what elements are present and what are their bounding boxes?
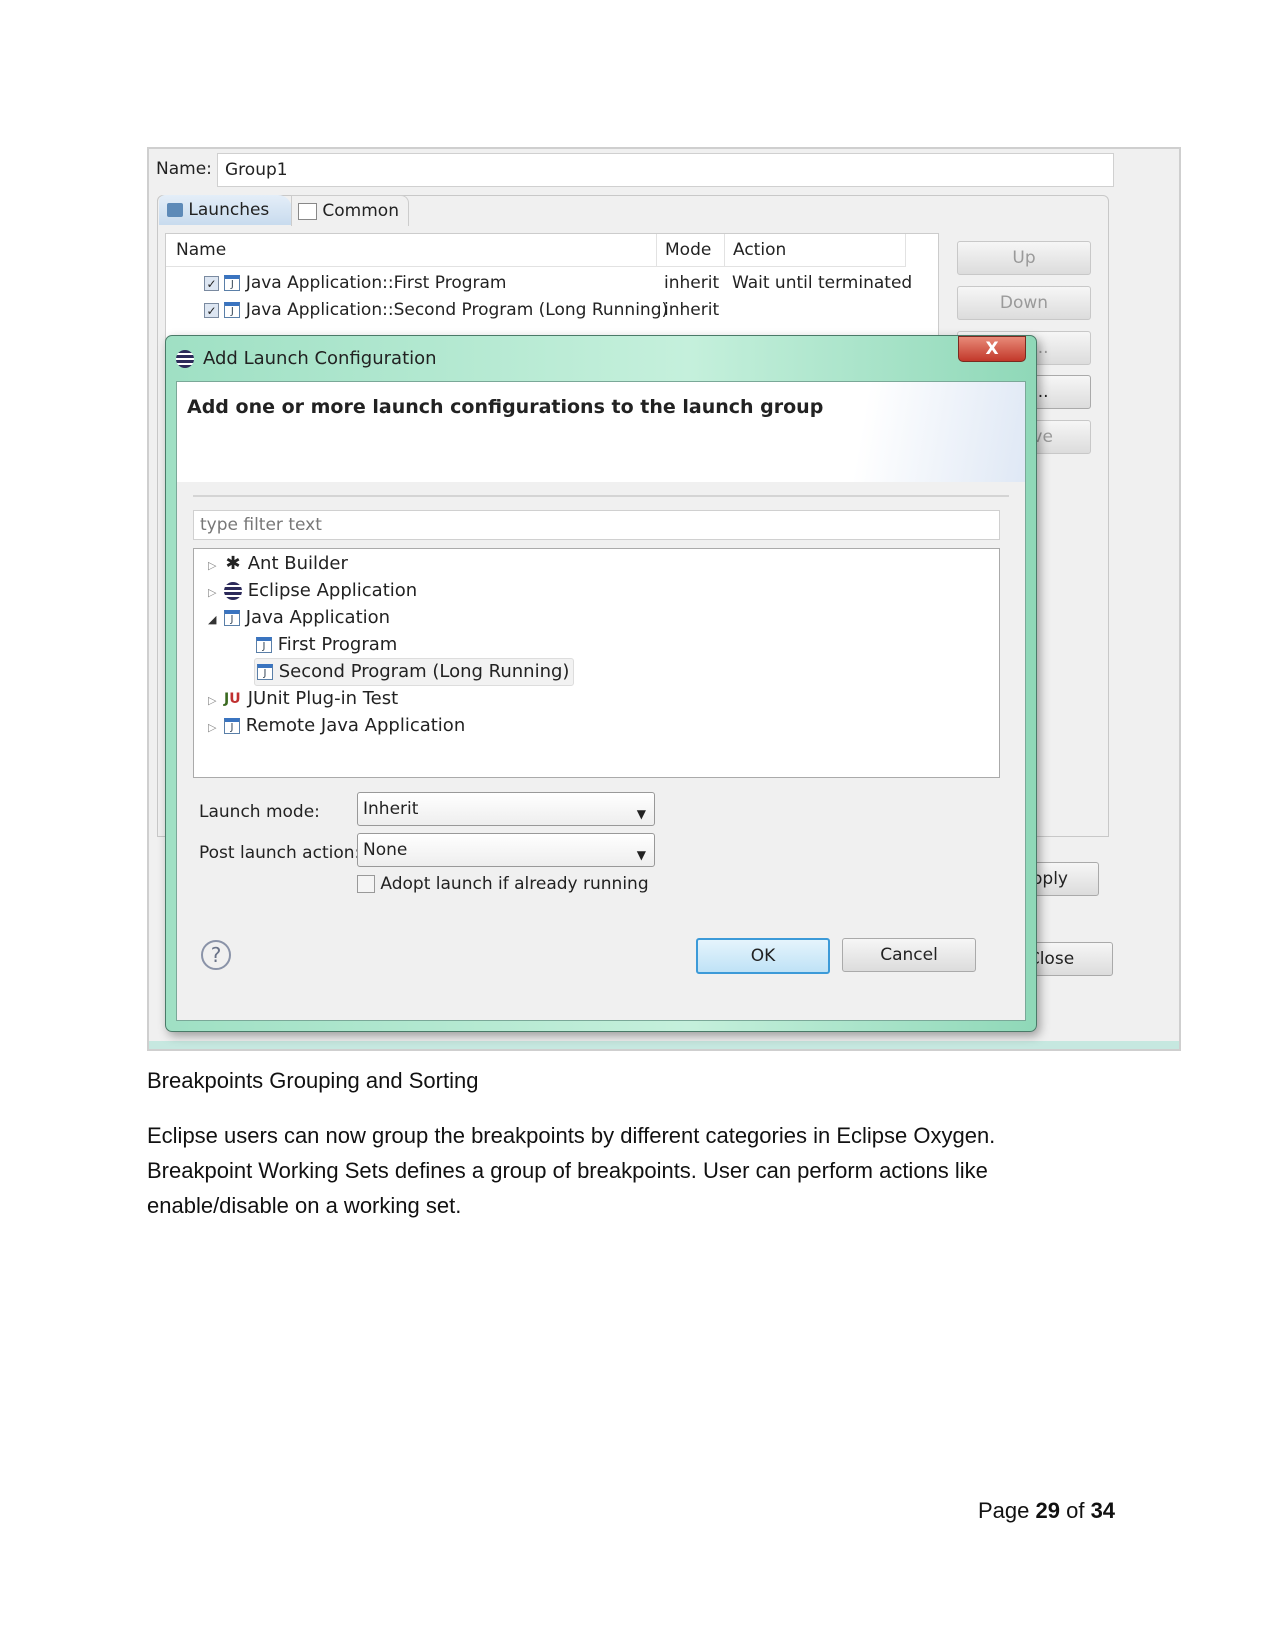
header-separator (193, 495, 1009, 497)
dialog-body: Add one or more launch configurations to… (176, 381, 1026, 1021)
tree-item-ant-builder[interactable]: ▷ ✱ Ant Builder (208, 551, 348, 577)
filter-input[interactable]: type filter text (193, 510, 1000, 540)
document-page: Name: Group1 Launches Common Name Mode A… (0, 0, 1275, 1650)
dialog-heading: Add one or more launch configurations to… (187, 396, 824, 418)
common-tab-icon (298, 202, 317, 220)
row-checkbox[interactable]: ✓ (204, 275, 219, 291)
name-label: Name: (156, 159, 212, 179)
junit-icon: JU (224, 691, 241, 707)
ok-button[interactable]: OK (696, 938, 830, 974)
paragraph-line: enable/disable on a working set. (147, 1193, 462, 1218)
remote-java-icon: J (224, 718, 240, 734)
column-action[interactable]: Action (724, 234, 906, 266)
row-checkbox[interactable]: ✓ (204, 302, 219, 318)
tree-item-eclipse-application[interactable]: ▷ Eclipse Application (208, 578, 417, 604)
checkbox-unchecked-icon[interactable] (357, 875, 375, 893)
java-app-icon: J (257, 664, 273, 680)
paragraph-line: Eclipse users can now group the breakpoi… (147, 1123, 996, 1148)
tab-common-label: Common (322, 201, 399, 221)
tree-item-label: Java Application (245, 607, 391, 628)
tree-item-label: First Program (277, 634, 398, 655)
row-name: Java Application::First Program (245, 273, 507, 293)
section-heading: Breakpoints Grouping and Sorting (147, 1068, 479, 1093)
post-launch-action-select[interactable]: None ▼ (357, 833, 655, 867)
row-mode: inherit (664, 300, 720, 320)
body-paragraph: Eclipse users can now group the breakpoi… (147, 1118, 995, 1223)
expand-arrow-icon[interactable]: ▷ (208, 715, 224, 741)
ant-icon: ✱ (225, 553, 241, 574)
expand-arrow-icon[interactable]: ▷ (208, 688, 224, 714)
tree-item-label: Second Program (Long Running) (278, 661, 570, 682)
tab-launches[interactable]: Launches (159, 195, 292, 225)
java-app-icon: J (224, 275, 241, 291)
column-name[interactable]: Name (176, 234, 226, 266)
total-pages: 34 (1090, 1498, 1116, 1523)
cancel-button[interactable]: Cancel (842, 938, 976, 972)
dialog-title: Add Launch Configuration (203, 348, 437, 369)
add-launch-configuration-dialog: Add Launch Configuration X Add one or mo… (165, 335, 1037, 1032)
name-field[interactable]: Group1 (217, 153, 1114, 187)
column-mode[interactable]: Mode (656, 234, 711, 266)
up-button[interactable]: Up (957, 241, 1091, 275)
configuration-tree: ▷ ✱ Ant Builder ▷ Eclipse Application ◢ J … (193, 548, 1000, 778)
footer-prefix: Page (978, 1498, 1036, 1523)
launch-icon (167, 203, 183, 217)
tree-item-label: Ant Builder (247, 553, 348, 574)
tree-item-junit-plugin-test[interactable]: ▷ JU JUnit Plug-in Test (208, 686, 398, 712)
row-name: Java Application::Second Program (Long R… (245, 300, 669, 320)
page-number-footer: Page 29 of 34 (978, 1493, 1115, 1528)
dropdown-arrow-icon: ▼ (636, 807, 646, 821)
help-icon[interactable]: ? (201, 940, 231, 970)
expand-arrow-icon[interactable]: ▷ (208, 580, 224, 606)
filter-placeholder: type filter text (200, 515, 322, 535)
tab-common[interactable]: Common (291, 195, 409, 226)
tree-item-remote-java-application[interactable]: ▷ J Remote Java Application (208, 713, 465, 739)
dialog-header-area: Add one or more launch configurations to… (177, 382, 1025, 482)
java-app-icon: J (224, 302, 241, 318)
java-app-icon: J (256, 637, 272, 653)
table-row[interactable]: ✓ J Java Application::Second Program (Lo… (204, 297, 668, 323)
expand-arrow-icon[interactable]: ▷ (208, 553, 224, 579)
tree-item-label: Remote Java Application (245, 715, 466, 736)
eclipse-icon (224, 582, 242, 600)
down-button[interactable]: Down (957, 286, 1091, 320)
table-row[interactable]: ✓ J Java Application::First Program (204, 270, 506, 296)
dialog-close-button[interactable]: X (958, 336, 1026, 362)
paragraph-line: Breakpoint Working Sets defines a group … (147, 1158, 988, 1183)
footer-of: of (1059, 1498, 1091, 1523)
launch-mode-select[interactable]: Inherit ▼ (357, 792, 655, 826)
collapse-arrow-icon[interactable]: ◢ (208, 607, 224, 633)
window-bottom-border (149, 1041, 1179, 1049)
adopt-launch-checkbox[interactable]: Adopt launch if already running (357, 874, 649, 894)
eclipse-icon (176, 350, 194, 368)
dropdown-arrow-icon: ▼ (636, 848, 646, 862)
tree-item-label: JUnit Plug-in Test (247, 688, 399, 709)
post-launch-action-value: None (363, 840, 408, 860)
tree-item-first-program[interactable]: J First Program (256, 632, 397, 658)
tree-item-label: Eclipse Application (247, 580, 418, 601)
post-launch-action-label: Post launch action: (199, 843, 361, 863)
table-header: Name Mode Action (166, 234, 906, 267)
tab-launches-label: Launches (188, 200, 270, 220)
launch-mode-label: Launch mode: (199, 802, 320, 822)
launch-mode-value: Inherit (363, 799, 419, 819)
row-action: Wait until terminated (732, 273, 913, 293)
current-page: 29 (1035, 1498, 1060, 1523)
name-value: Group1 (225, 160, 288, 180)
java-app-icon: J (224, 610, 240, 626)
adopt-launch-label: Adopt launch if already running (380, 874, 649, 894)
tree-item-second-program[interactable]: J Second Program (Long Running) (254, 658, 575, 686)
tree-item-java-application[interactable]: ◢ J Java Application (208, 605, 390, 631)
row-mode: inherit (664, 273, 720, 293)
